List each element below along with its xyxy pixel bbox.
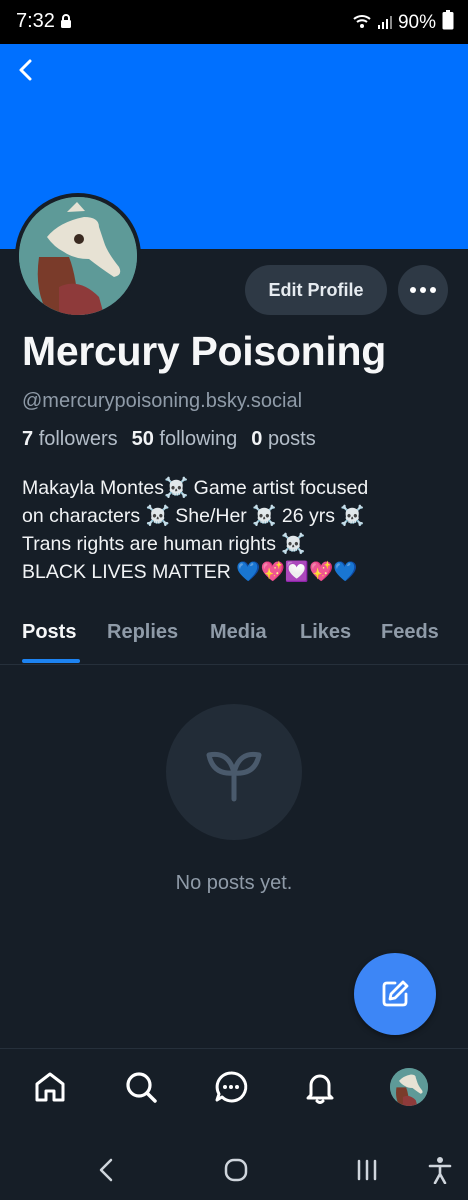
nav-chat[interactable] [211,1067,251,1107]
home-icon [35,1072,65,1102]
system-recents-button[interactable] [347,1150,387,1190]
bio-line: Makayla Montes☠️ Game artist focused [22,477,369,499]
followers-count: 7 [22,428,34,450]
wifi-icon [352,12,372,35]
battery-icon [442,10,454,36]
system-back-button[interactable] [86,1150,126,1190]
system-accessibility-button[interactable] [420,1150,460,1190]
lock-icon [60,12,72,35]
avatar[interactable] [15,193,141,319]
home-circle-icon [224,1158,248,1182]
profile-handle: @mercurypoisoning.bsky.social [22,390,303,412]
back-button[interactable] [10,54,42,86]
bio-line: BLACK LIVES MATTER 💙💖💟💖💙 [22,561,358,583]
tab-likes[interactable]: Likes [300,621,351,644]
profile-stats: 7 followers 50 following 0 posts [22,428,316,451]
tab-replies[interactable]: Replies [107,621,178,644]
empty-state-message: No posts yet. [175,872,293,894]
posts-stat: 0 posts [251,428,316,451]
battery-level: 90% [397,12,436,33]
seedling-icon [206,751,262,802]
profile-bio: Makayla Montes☠️ Game artist focused on … [22,474,452,586]
compose-icon [382,980,409,1007]
nav-notifications[interactable] [300,1067,340,1107]
profile-tabs: Posts Replies Media Likes Feeds [0,605,468,665]
following-stat[interactable]: 50 following [132,428,238,451]
tab-feeds[interactable]: Feeds [381,621,439,644]
chat-icon [215,1071,248,1103]
posts-label: posts [267,428,316,450]
ellipsis-icon [410,287,436,293]
system-nav [0,1130,468,1200]
search-icon [126,1072,157,1103]
bio-line: on characters ☠️ She/Her ☠️ 26 yrs ☠️ [22,505,365,527]
nav-home[interactable] [30,1067,70,1107]
avatar [390,1068,428,1106]
empty-state-icon-circle [166,704,302,840]
back-icon [99,1158,113,1182]
active-tab-indicator [22,659,80,663]
recents-icon [357,1159,377,1181]
status-time: 7:32 [16,10,55,32]
tab-posts[interactable]: Posts [22,621,76,644]
status-indicators: 90% [352,10,454,36]
following-label: following [159,428,238,450]
following-count: 50 [131,428,154,450]
accessibility-icon [428,1157,452,1184]
nav-profile[interactable] [389,1067,429,1107]
signal-icon [377,12,392,35]
nav-search[interactable] [121,1067,161,1107]
posts-count: 0 [251,428,263,450]
more-options-button[interactable] [398,265,448,315]
bell-icon [306,1074,334,1104]
edit-profile-button[interactable]: Edit Profile [245,265,387,315]
followers-label: followers [38,428,118,450]
tab-media[interactable]: Media [210,621,267,644]
display-name: Mercury Poisoning [22,328,386,374]
bio-line: Trans rights are human rights ☠️ [22,533,306,555]
followers-stat[interactable]: 7 followers [22,428,118,451]
system-home-button[interactable] [216,1150,256,1190]
bottom-nav [0,1048,468,1130]
status-bar: 7:32 90% [0,0,468,44]
compose-button[interactable] [354,953,436,1035]
chevron-left-icon [19,59,32,81]
